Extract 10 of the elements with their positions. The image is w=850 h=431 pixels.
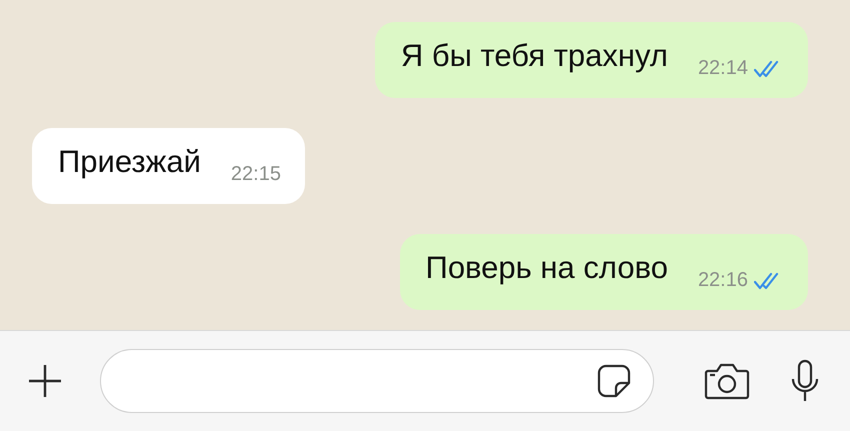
camera-icon[interactable] bbox=[704, 362, 750, 400]
plus-icon[interactable] bbox=[28, 364, 62, 398]
microphone-icon[interactable] bbox=[790, 359, 820, 403]
sticker-icon[interactable] bbox=[597, 364, 631, 398]
message-time: 22:14 bbox=[698, 57, 748, 80]
message-text: Приезжай bbox=[58, 143, 201, 181]
message-time: 22:15 bbox=[230, 163, 281, 186]
message-time: 22:16 bbox=[698, 269, 748, 292]
message-text: Поверь на слово bbox=[426, 249, 668, 287]
message-text: Я бы тебя трахнул bbox=[400, 37, 668, 75]
